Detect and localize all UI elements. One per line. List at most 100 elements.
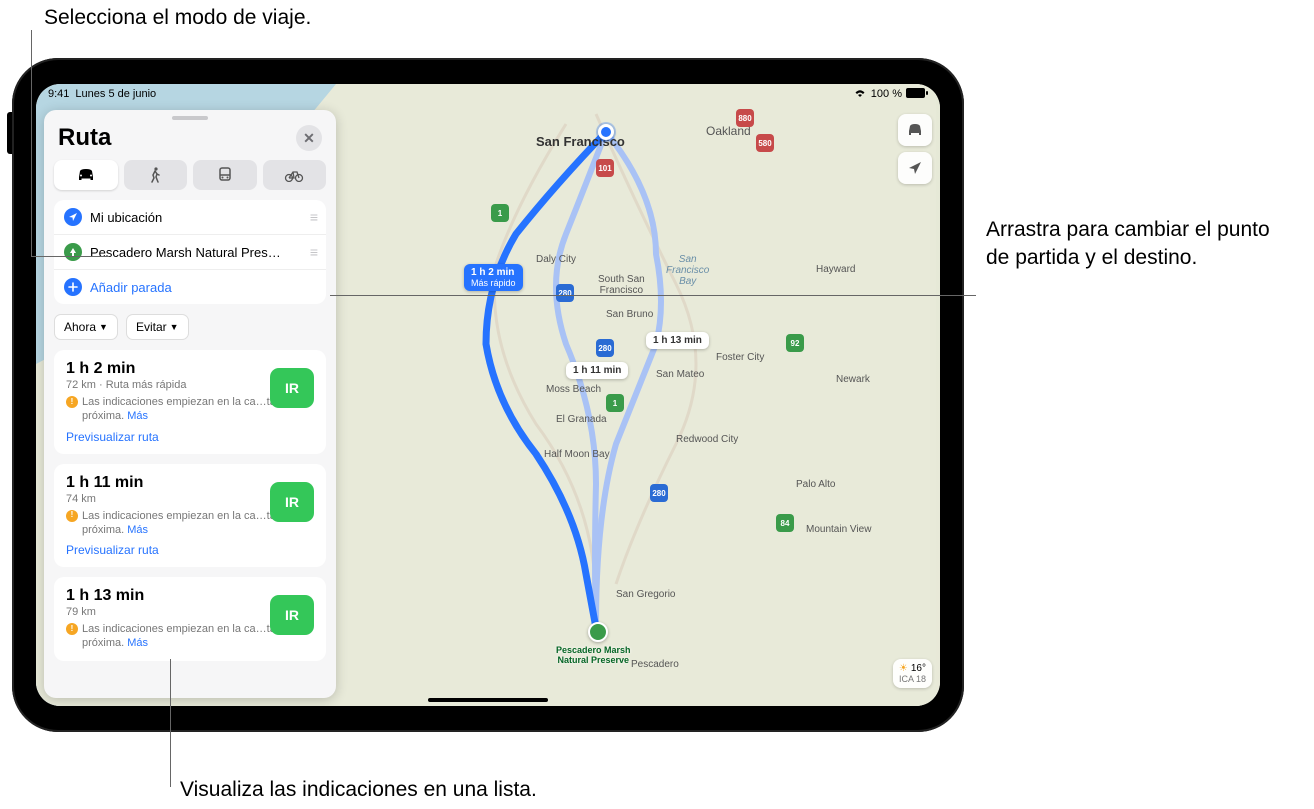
ipad-frame: San Francisco Oakland Daly City South Sa… xyxy=(12,58,964,732)
screen: San Francisco Oakland Daly City South Sa… xyxy=(36,84,940,706)
city-redwood: Redwood City xyxy=(676,434,738,445)
city-newark: Newark xyxy=(836,374,870,385)
stop-to-label: Pescadero Marsh Natural Pres… xyxy=(90,245,310,260)
route-note-text: Las indicaciones empiezan en la ca…ta má… xyxy=(82,510,300,536)
avoid-pill[interactable]: Evitar ▼ xyxy=(126,314,189,340)
tree-icon xyxy=(64,243,82,261)
city-elgranada: El Granada xyxy=(556,414,607,425)
route-bubble-alt2[interactable]: 1 h 13 min xyxy=(646,332,709,349)
location-icon xyxy=(64,208,82,226)
more-link[interactable]: Más xyxy=(127,410,148,422)
mode-cycle[interactable] xyxy=(263,160,327,190)
shield-84: 84 xyxy=(776,514,794,532)
travel-mode-segment xyxy=(44,160,336,200)
callout-line xyxy=(170,659,171,787)
city-daly: Daly City xyxy=(536,254,576,265)
shield-101: 101 xyxy=(596,159,614,177)
route-note-text: Las indicaciones empiezan en la ca…ta má… xyxy=(82,396,300,422)
warning-icon: ! xyxy=(66,623,78,635)
preview-route-link[interactable]: Previsualizar ruta xyxy=(66,543,314,557)
chevron-down-icon: ▼ xyxy=(170,322,179,332)
shield-280-b: 280 xyxy=(596,339,614,357)
weather-widget[interactable]: ☀︎ 16° ICA 18 xyxy=(893,659,932,688)
callout-drag: Arrastra para cambiar el punto de partid… xyxy=(986,216,1296,273)
warning-icon: ! xyxy=(66,510,78,522)
route-note-text: Las indicaciones empiezan en la ca…ta má… xyxy=(82,623,300,649)
callout-mode: Selecciona el modo de viaje. xyxy=(44,4,311,32)
shield-1-a: 1 xyxy=(491,204,509,222)
destination-pin[interactable] xyxy=(588,622,608,642)
add-stop[interactable]: Añadir parada xyxy=(54,269,326,304)
drag-handle-icon[interactable]: ≡ xyxy=(310,244,316,260)
stop-from-label: Mi ubicación xyxy=(90,210,310,225)
city-ssf: South San Francisco xyxy=(598,274,645,296)
close-button[interactable]: ✕ xyxy=(296,125,322,151)
city-foster: Foster City xyxy=(716,352,764,363)
route-bubble-alt1[interactable]: 1 h 11 min xyxy=(566,362,628,379)
city-moss: Moss Beach xyxy=(546,384,601,395)
depart-label: Ahora xyxy=(64,320,96,334)
plus-icon xyxy=(64,278,82,296)
bike-icon xyxy=(284,168,304,182)
status-time: 9:41 xyxy=(48,88,69,100)
city-sanbruno: San Bruno xyxy=(606,309,653,320)
route-bubble-sub: Más rápido xyxy=(471,278,516,288)
mode-transit[interactable] xyxy=(193,160,257,190)
destination-label: Pescadero Marsh Natural Preserve xyxy=(556,646,631,666)
city-paloalto: Palo Alto xyxy=(796,479,835,490)
status-battery: 100 % xyxy=(871,88,902,100)
add-stop-label: Añadir parada xyxy=(90,280,316,295)
car-icon xyxy=(76,168,96,182)
locate-button[interactable] xyxy=(898,152,932,184)
mode-drive[interactable] xyxy=(54,160,118,190)
status-date: Lunes 5 de junio xyxy=(75,88,156,100)
city-sangregorio: San Gregorio xyxy=(616,589,675,600)
route-results: 1 h 2 min 72 km · Ruta más rápida ! Las … xyxy=(44,350,336,698)
preview-route-link[interactable]: Previsualizar ruta xyxy=(66,430,314,444)
city-mtnview: Mountain View xyxy=(806,524,871,535)
panel-grip[interactable] xyxy=(172,116,208,120)
callout-line xyxy=(330,295,976,296)
more-link[interactable]: Más xyxy=(127,637,148,649)
shield-1-b: 1 xyxy=(606,394,624,412)
avoid-label: Evitar xyxy=(136,320,167,334)
stop-to[interactable]: Pescadero Marsh Natural Pres… ≡ xyxy=(54,234,326,269)
home-indicator[interactable] xyxy=(428,698,548,702)
route-options: Ahora ▼ Evitar ▼ xyxy=(44,304,336,350)
shield-280-a: 280 xyxy=(556,284,574,302)
wifi-icon xyxy=(853,88,867,101)
status-bar: 9:41 Lunes 5 de junio 100 % xyxy=(36,84,940,104)
drag-handle-icon[interactable]: ≡ xyxy=(310,209,316,225)
transit-icon xyxy=(217,167,233,183)
route-card[interactable]: 1 h 2 min 72 km · Ruta más rápida ! Las … xyxy=(54,350,326,454)
route-bubble-primary[interactable]: 1 h 2 min Más rápido xyxy=(464,264,523,291)
chevron-down-icon: ▼ xyxy=(99,322,108,332)
go-button[interactable]: IR xyxy=(270,482,314,522)
walk-icon xyxy=(149,167,161,183)
map-mode-button[interactable] xyxy=(898,114,932,146)
city-sanmateo: San Mateo xyxy=(656,369,704,380)
car-icon xyxy=(906,123,924,137)
location-arrow-icon xyxy=(907,160,923,176)
go-button[interactable]: IR xyxy=(270,595,314,635)
start-pin[interactable] xyxy=(598,124,614,140)
shield-92: 92 xyxy=(786,334,804,352)
weather-temp: 16° xyxy=(911,663,926,674)
route-bubble-time: 1 h 2 min xyxy=(471,267,514,278)
shield-280-c: 280 xyxy=(650,484,668,502)
battery-icon xyxy=(906,88,928,101)
sun-icon: ☀︎ xyxy=(899,663,908,674)
depart-time-pill[interactable]: Ahora ▼ xyxy=(54,314,118,340)
route-card[interactable]: 1 h 13 min 79 km ! Las indicaciones empi… xyxy=(54,577,326,661)
go-button[interactable]: IR xyxy=(270,368,314,408)
shield-880: 880 xyxy=(736,109,754,127)
city-hayward: Hayward xyxy=(816,264,855,275)
panel-title: Ruta xyxy=(58,124,111,152)
more-link[interactable]: Más xyxy=(127,524,148,536)
warning-icon: ! xyxy=(66,396,78,408)
mode-walk[interactable] xyxy=(124,160,188,190)
stop-from[interactable]: Mi ubicación ≡ xyxy=(54,200,326,234)
weather-aqi: ICA 18 xyxy=(899,674,926,684)
close-icon: ✕ xyxy=(303,130,315,147)
route-card[interactable]: 1 h 11 min 74 km ! Las indicaciones empi… xyxy=(54,464,326,568)
